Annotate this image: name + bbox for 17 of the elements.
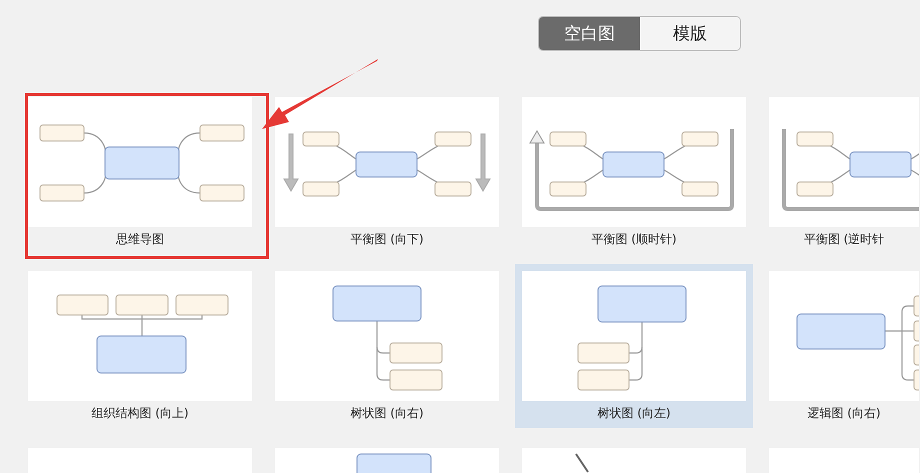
template-card[interactable]: 树状图 (向右)	[275, 271, 499, 428]
template-label: 树状图 (向右)	[349, 405, 425, 422]
selected-template-card[interactable]: 树状图 (向左)	[515, 264, 753, 428]
template-label: 思维导图	[115, 231, 165, 248]
template-label: 平衡图 (逆时针	[802, 231, 886, 248]
template-card[interactable]: 组织结构图 (向上)	[28, 271, 252, 428]
highlighted-template-card[interactable]: 思维导图	[25, 93, 269, 259]
template-card[interactable]: 平衡图 (顺时针)	[522, 97, 746, 251]
template-label: 平衡图 (顺时针)	[590, 231, 678, 248]
template-label: 平衡图 (向下)	[349, 231, 425, 248]
tab[interactable]: 空白图	[539, 17, 640, 50]
template-label: 组织结构图 (向上)	[90, 405, 190, 422]
template-label: 树状图 (向左)	[596, 405, 672, 422]
template-card[interactable]: 平衡图 (逆时针	[769, 97, 919, 251]
template-label: 逻辑图 (向右)	[806, 405, 882, 422]
template-card[interactable]: 平衡图 (向下)	[275, 97, 499, 251]
template-card[interactable]: 逻辑图 (向右)	[769, 271, 919, 428]
